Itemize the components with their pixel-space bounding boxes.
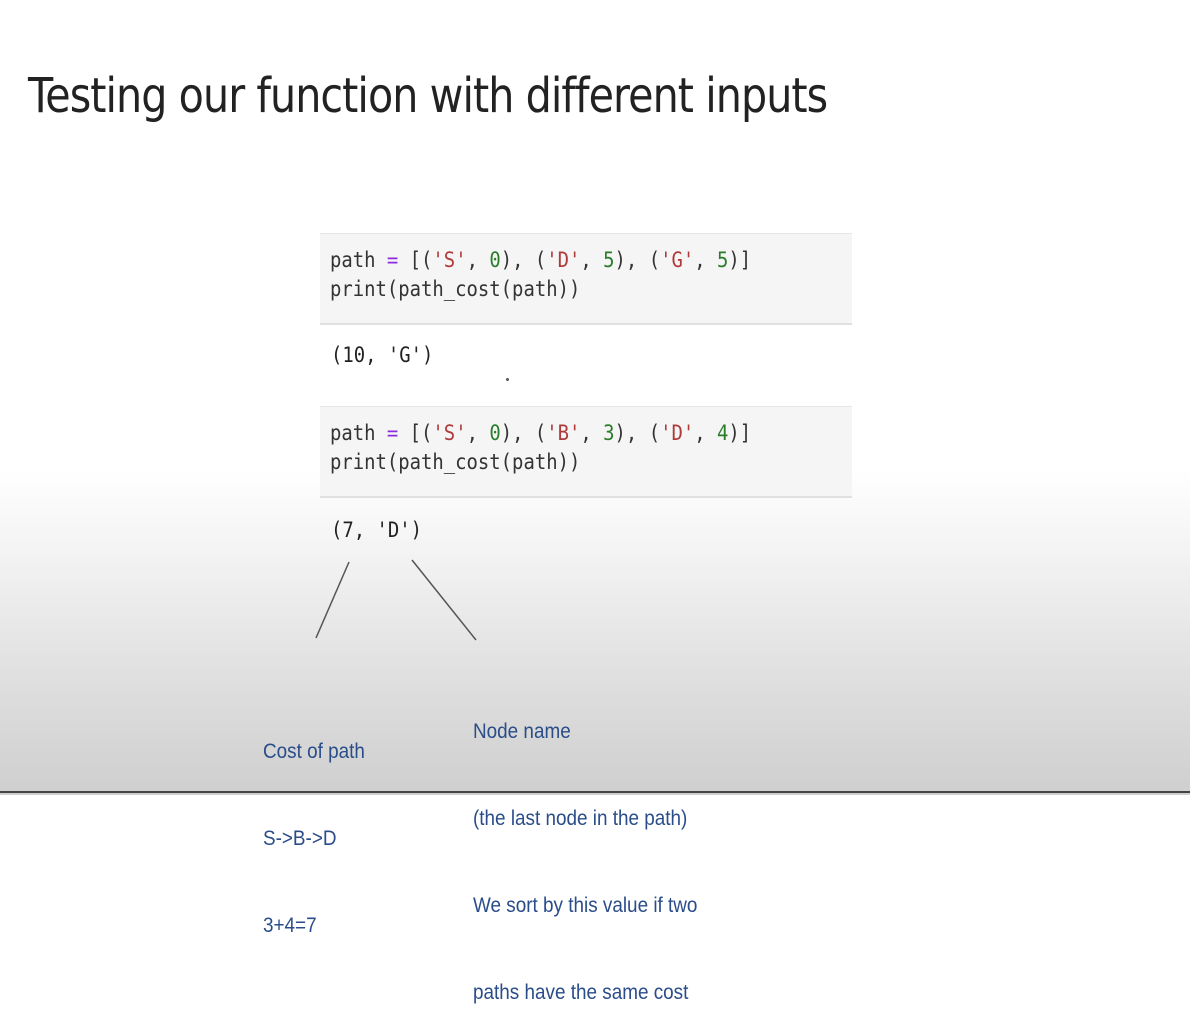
annotation-cost-line: 3+4=7 [263, 914, 317, 937]
bottom-border [0, 791, 1190, 793]
annotation-cost-line: Cost of path [263, 740, 365, 763]
annotation-node-line: paths have the same cost [473, 981, 689, 1004]
annotation-node-line: We sort by this value if two [473, 894, 698, 917]
annotation-node-line: (the last node in the path) [473, 807, 688, 830]
pointer-line-cost [315, 561, 350, 639]
annotation-cost: Cost of path S->B->D 3+4=7 [263, 679, 365, 969]
annotation-cost-line: S->B->D [263, 827, 337, 850]
annotation-node: Node name (the last node in the path) We… [473, 659, 697, 1036]
annotation-node-line: Node name [473, 720, 571, 743]
pointer-line-node [411, 559, 477, 641]
